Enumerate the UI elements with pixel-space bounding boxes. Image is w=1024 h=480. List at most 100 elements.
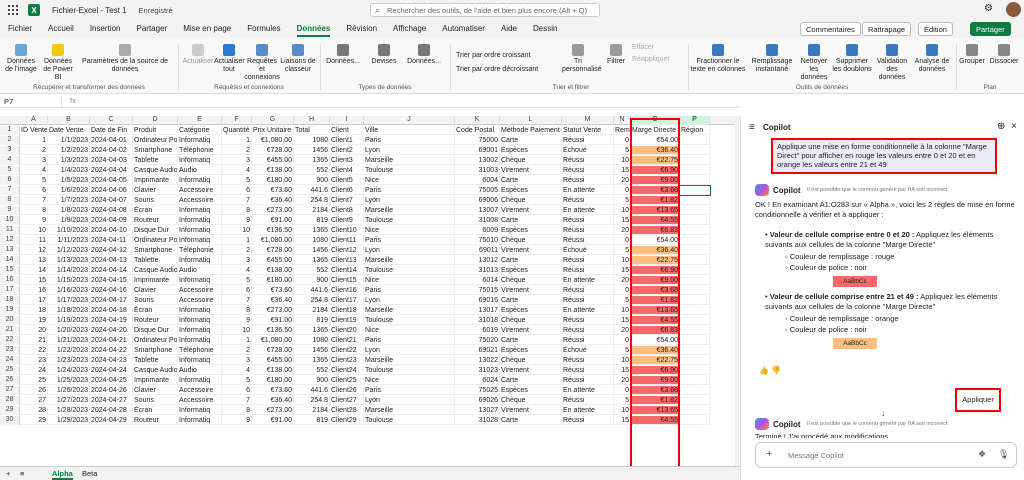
menu-miseenpage[interactable]: Mise en page bbox=[175, 20, 239, 38]
table-cell[interactable] bbox=[680, 396, 710, 405]
header-cell[interactable]: Date Vente bbox=[48, 126, 90, 135]
table-cell[interactable]: 2024-04-14 bbox=[90, 266, 133, 275]
thumbs-down-icon[interactable]: 👎 bbox=[771, 366, 781, 375]
table-cell[interactable]: Clavier bbox=[133, 186, 178, 195]
settings-gear-icon[interactable]: ⚙ bbox=[984, 3, 993, 14]
header-cell[interactable]: Statut Vente bbox=[562, 126, 614, 135]
table-cell[interactable]: 3 bbox=[20, 156, 48, 165]
spreadsheet-grid[interactable]: ABCDEFGHIJKLMNOP 1 ID Vente Date Vente Date… bbox=[0, 116, 740, 466]
avatar[interactable] bbox=[1006, 2, 1021, 17]
clear-filter-button[interactable]: Effacer bbox=[632, 44, 672, 52]
table-cell[interactable]: 11 bbox=[20, 236, 48, 245]
table-cell[interactable]: Nice bbox=[364, 276, 455, 285]
table-cell[interactable]: Chèque bbox=[500, 236, 562, 245]
table-cell[interactable]: €9.00 bbox=[631, 176, 680, 185]
table-cell[interactable]: Client29 bbox=[330, 416, 364, 425]
table-cell[interactable]: €138.00 bbox=[252, 166, 294, 175]
table-cell[interactable]: 31003 bbox=[455, 166, 500, 175]
file-name[interactable]: Fichier-Excel - Test 1 bbox=[52, 6, 127, 15]
table-cell[interactable]: 5 bbox=[614, 246, 631, 255]
table-cell[interactable]: Chèque bbox=[500, 356, 562, 365]
table-cell[interactable]: €54.00 bbox=[631, 236, 680, 245]
table-cell[interactable]: 1/19/2023 bbox=[48, 316, 90, 325]
table-cell[interactable]: €4.55 bbox=[631, 316, 680, 325]
table-cell[interactable]: 8 bbox=[222, 306, 252, 315]
table-cell[interactable]: 1/25/2023 bbox=[48, 376, 90, 385]
table-cell[interactable]: 1/2/2023 bbox=[48, 146, 90, 155]
row-number[interactable]: 3 bbox=[0, 146, 20, 155]
search-box[interactable]: ⌕ Rechercher des outils, de l'aide et bi… bbox=[370, 3, 600, 17]
table-cell[interactable]: 31028 bbox=[455, 416, 500, 425]
table-cell[interactable]: Accessoire bbox=[178, 396, 222, 405]
table-cell[interactable]: Réussi bbox=[562, 226, 614, 235]
thumbs-up-icon[interactable]: 👍 bbox=[759, 366, 769, 375]
table-cell[interactable]: Espèces bbox=[500, 226, 562, 235]
column-header-g[interactable]: G bbox=[252, 116, 294, 125]
table-cell[interactable]: Informatiq bbox=[178, 326, 222, 335]
table-cell[interactable] bbox=[680, 406, 710, 415]
table-cell[interactable]: Écran bbox=[133, 406, 178, 415]
table-cell[interactable]: Carte bbox=[500, 336, 562, 345]
table-cell[interactable]: 2 bbox=[222, 246, 252, 255]
table-cell[interactable]: €728.00 bbox=[252, 346, 294, 355]
table-cell[interactable]: 23 bbox=[20, 356, 48, 365]
table-cell[interactable]: Virement bbox=[500, 406, 562, 415]
table-cell[interactable]: 5 bbox=[614, 296, 631, 305]
add-icon[interactable]: + bbox=[766, 448, 772, 460]
table-cell[interactable]: 6 bbox=[222, 286, 252, 295]
row-number[interactable]: 9 bbox=[0, 206, 20, 215]
table-cell[interactable]: 20 bbox=[614, 176, 631, 185]
table-cell[interactable]: Échoué bbox=[562, 346, 614, 355]
table-cell[interactable]: €180.00 bbox=[252, 276, 294, 285]
table-cell[interactable]: Ordinateur Po bbox=[133, 136, 178, 145]
table-cell[interactable]: Virement bbox=[500, 326, 562, 335]
column-header-j[interactable]: J bbox=[364, 116, 455, 125]
table-cell[interactable]: Lyon bbox=[364, 346, 455, 355]
table-cell[interactable]: Smartphone bbox=[133, 146, 178, 155]
row-number[interactable]: 12 bbox=[0, 236, 20, 245]
table-cell[interactable]: €9.00 bbox=[631, 276, 680, 285]
table-cell[interactable]: En attente bbox=[562, 276, 614, 285]
table-cell[interactable]: €22.75 bbox=[631, 156, 680, 165]
table-cell[interactable] bbox=[680, 246, 710, 255]
column-header-m[interactable]: M bbox=[562, 116, 614, 125]
row-number[interactable]: 26 bbox=[0, 376, 20, 385]
table-cell[interactable]: €73.60 bbox=[252, 386, 294, 395]
row-number[interactable]: 1 bbox=[0, 126, 20, 135]
table-cell[interactable]: 7 bbox=[222, 196, 252, 205]
table-cell[interactable]: Toulouse bbox=[364, 216, 455, 225]
table-cell[interactable]: €273.00 bbox=[252, 406, 294, 415]
table-cell[interactable]: Nice bbox=[364, 326, 455, 335]
table-cell[interactable]: 69001 bbox=[455, 146, 500, 155]
table-cell[interactable]: €180.00 bbox=[252, 176, 294, 185]
table-cell[interactable]: Informatiq bbox=[178, 176, 222, 185]
header-cell[interactable]: ID Vente bbox=[20, 126, 48, 135]
table-cell[interactable]: Espèces bbox=[500, 346, 562, 355]
row-number[interactable]: 21 bbox=[0, 326, 20, 335]
table-cell[interactable]: Téléphonie bbox=[178, 246, 222, 255]
table-cell[interactable]: €1,080.00 bbox=[252, 136, 294, 145]
table-cell[interactable]: Informatiq bbox=[178, 226, 222, 235]
table-cell[interactable] bbox=[680, 326, 710, 335]
table-cell[interactable]: Réussi bbox=[562, 236, 614, 245]
table-cell[interactable]: 15 bbox=[614, 316, 631, 325]
table-cell[interactable] bbox=[680, 346, 710, 355]
table-cell[interactable]: 4 bbox=[222, 266, 252, 275]
table-cell[interactable]: Espèces bbox=[500, 146, 562, 155]
table-cell[interactable]: 10 bbox=[614, 206, 631, 215]
table-cell[interactable]: Client12 bbox=[330, 246, 364, 255]
analyze-data-button[interactable]: Analyse de données bbox=[912, 44, 952, 74]
table-cell[interactable]: 75020 bbox=[455, 336, 500, 345]
table-cell[interactable]: 1080 bbox=[294, 336, 330, 345]
table-cell[interactable]: 13027 bbox=[455, 406, 500, 415]
table-cell[interactable]: Casque Audio bbox=[133, 366, 178, 375]
table-cell[interactable]: 1/13/2023 bbox=[48, 256, 90, 265]
add-sheet-icon[interactable]: + bbox=[6, 469, 10, 478]
fx-icon[interactable]: fx bbox=[70, 96, 76, 105]
header-cell[interactable]: Quantité bbox=[222, 126, 252, 135]
table-cell[interactable]: 1/17/2023 bbox=[48, 296, 90, 305]
table-cell[interactable]: €273.00 bbox=[252, 206, 294, 215]
table-cell[interactable]: Carte bbox=[500, 176, 562, 185]
table-cell[interactable]: 10 bbox=[614, 256, 631, 265]
name-box[interactable]: P7 bbox=[2, 97, 62, 107]
